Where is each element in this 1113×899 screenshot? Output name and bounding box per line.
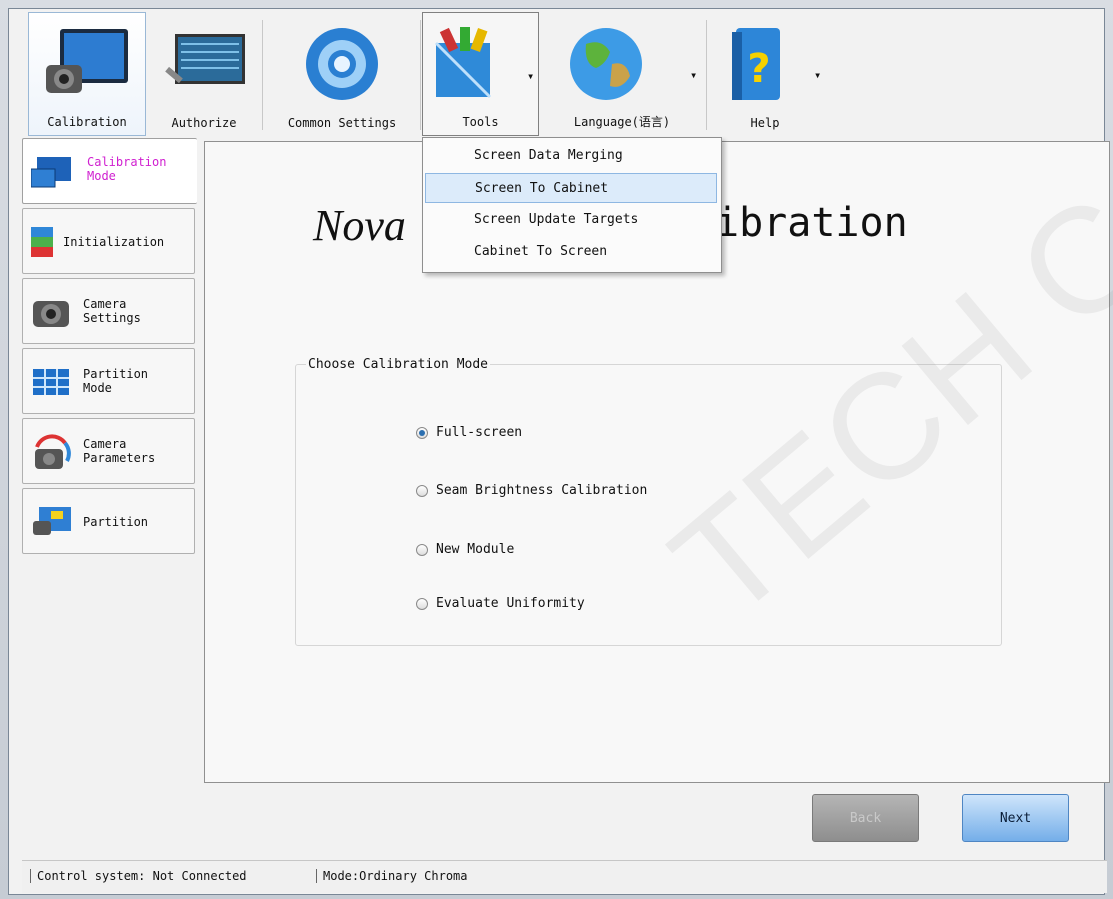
status-mode: Mode:Ordinary Chroma — [316, 869, 468, 883]
sidebar-item-initialization[interactable]: Initialization — [22, 208, 195, 274]
tools-menu: Screen Data Merging Screen To Cabinet Sc… — [422, 137, 722, 273]
gear-icon — [302, 24, 382, 104]
radio-label: Seam Brightness Calibration — [436, 483, 648, 498]
calibration-mode-icon — [30, 153, 71, 191]
menu-item-screen-to-cabinet[interactable]: Screen To Cabinet — [425, 173, 717, 203]
status-control: Control system: Not Connected — [30, 869, 247, 883]
sidebar-item-label: Calibration — [87, 155, 167, 169]
toolbar-tools-label: Tools — [462, 115, 499, 129]
radio-icon[interactable] — [416, 543, 428, 556]
next-button[interactable]: Next — [962, 794, 1069, 842]
calibration-mode-group: Choose Calibration Mode Full-screen Seam… — [295, 357, 1002, 646]
radio-seam-brightness[interactable]: Seam Brightness Calibration — [416, 483, 647, 498]
tools-dropdown-icon[interactable]: ▾ — [527, 69, 534, 83]
svg-text:?: ? — [747, 46, 770, 92]
toolbar-common-settings-button[interactable]: Common Settings — [266, 12, 418, 136]
back-button[interactable]: Back — [812, 794, 919, 842]
sidebar-item-sublabel: Settings — [83, 311, 141, 325]
title-left-text: Nova — [313, 201, 406, 250]
main-toolbar: Calibration Authorize Common Settings ▾ … — [8, 8, 1105, 138]
toolbar-separator — [706, 20, 707, 130]
toolbar-calibration-label: Calibration — [47, 115, 127, 129]
radio-new-module[interactable]: New Module — [416, 542, 514, 557]
sidebar-item-label: Initialization — [63, 235, 165, 249]
sidebar-item-calibration-mode[interactable]: Calibration Mode — [22, 138, 197, 204]
sidebar-item-label: Camera — [83, 297, 127, 311]
camera-icon — [31, 293, 71, 331]
sidebar-item-sublabel: Parameters — [83, 451, 156, 465]
camera-parameters-icon — [31, 433, 71, 471]
sidebar-item-camera-settings[interactable]: Camera Settings — [22, 278, 195, 344]
toolbar-help-label: Help — [750, 116, 780, 130]
sidebar-item-sublabel: Mode — [87, 169, 116, 183]
radio-label: New Module — [436, 542, 515, 557]
database-icon — [27, 223, 61, 261]
sidebar-item-partition[interactable]: Partition — [22, 488, 195, 554]
toolbar-help-button[interactable]: ? ▾ Help — [710, 12, 821, 136]
toolbar-common-settings-label: Common Settings — [287, 116, 397, 130]
radio-selected-icon[interactable] — [416, 426, 428, 439]
grid-icon — [31, 363, 71, 401]
radio-evaluate-uniformity[interactable]: Evaluate Uniformity — [416, 596, 585, 611]
sidebar-item-label: Partition — [83, 367, 149, 381]
help-dropdown-icon[interactable]: ▾ — [814, 68, 821, 82]
toolbox-icon — [430, 25, 496, 101]
radio-icon[interactable] — [416, 484, 428, 497]
toolbar-authorize-button[interactable]: Authorize — [148, 12, 260, 136]
sidebar-item-partition-mode[interactable]: Partition Mode — [22, 348, 195, 414]
sidebar-item-sublabel: Mode — [83, 381, 112, 395]
radio-full-screen[interactable]: Full-screen — [416, 425, 522, 440]
radio-label: Evaluate Uniformity — [436, 596, 585, 611]
sidebar-item-label: Partition — [83, 515, 149, 529]
status-bar: Control system: Not Connected Mode:Ordin… — [22, 860, 1107, 893]
toolbar-separator — [262, 20, 263, 130]
authorize-screen-icon — [161, 24, 247, 98]
menu-item-screen-update-targets[interactable]: Screen Update Targets — [425, 205, 717, 235]
title-right-text: ibration — [715, 200, 908, 246]
partition-icon — [31, 503, 71, 541]
menu-item-screen-data-merging[interactable]: Screen Data Merging — [425, 141, 717, 171]
menu-item-cabinet-to-screen[interactable]: Cabinet To Screen — [425, 237, 717, 267]
sidebar-item-label: Camera — [83, 437, 127, 451]
globe-icon — [566, 24, 646, 104]
radio-icon[interactable] — [416, 597, 428, 610]
toolbar-language-label: Language(语言) — [573, 115, 671, 129]
toolbar-language-button[interactable]: ▾ Language(语言) — [540, 12, 704, 136]
sidebar-item-camera-parameters[interactable]: Camera Parameters — [22, 418, 195, 484]
group-title: Choose Calibration Mode — [306, 357, 491, 372]
language-dropdown-icon[interactable]: ▾ — [690, 68, 697, 82]
toolbar-tools-button[interactable]: ▾ Tools — [422, 12, 539, 136]
sidebar-nav: Calibration Mode Initialization Camera Set… — [22, 138, 197, 558]
toolbar-calibration-button[interactable]: Calibration — [28, 12, 146, 136]
toolbar-authorize-label: Authorize — [171, 116, 237, 130]
calibration-monitor-icon — [44, 25, 130, 99]
radio-label: Full-screen — [436, 425, 523, 440]
toolbar-separator — [420, 20, 421, 130]
help-book-icon: ? — [728, 24, 788, 104]
